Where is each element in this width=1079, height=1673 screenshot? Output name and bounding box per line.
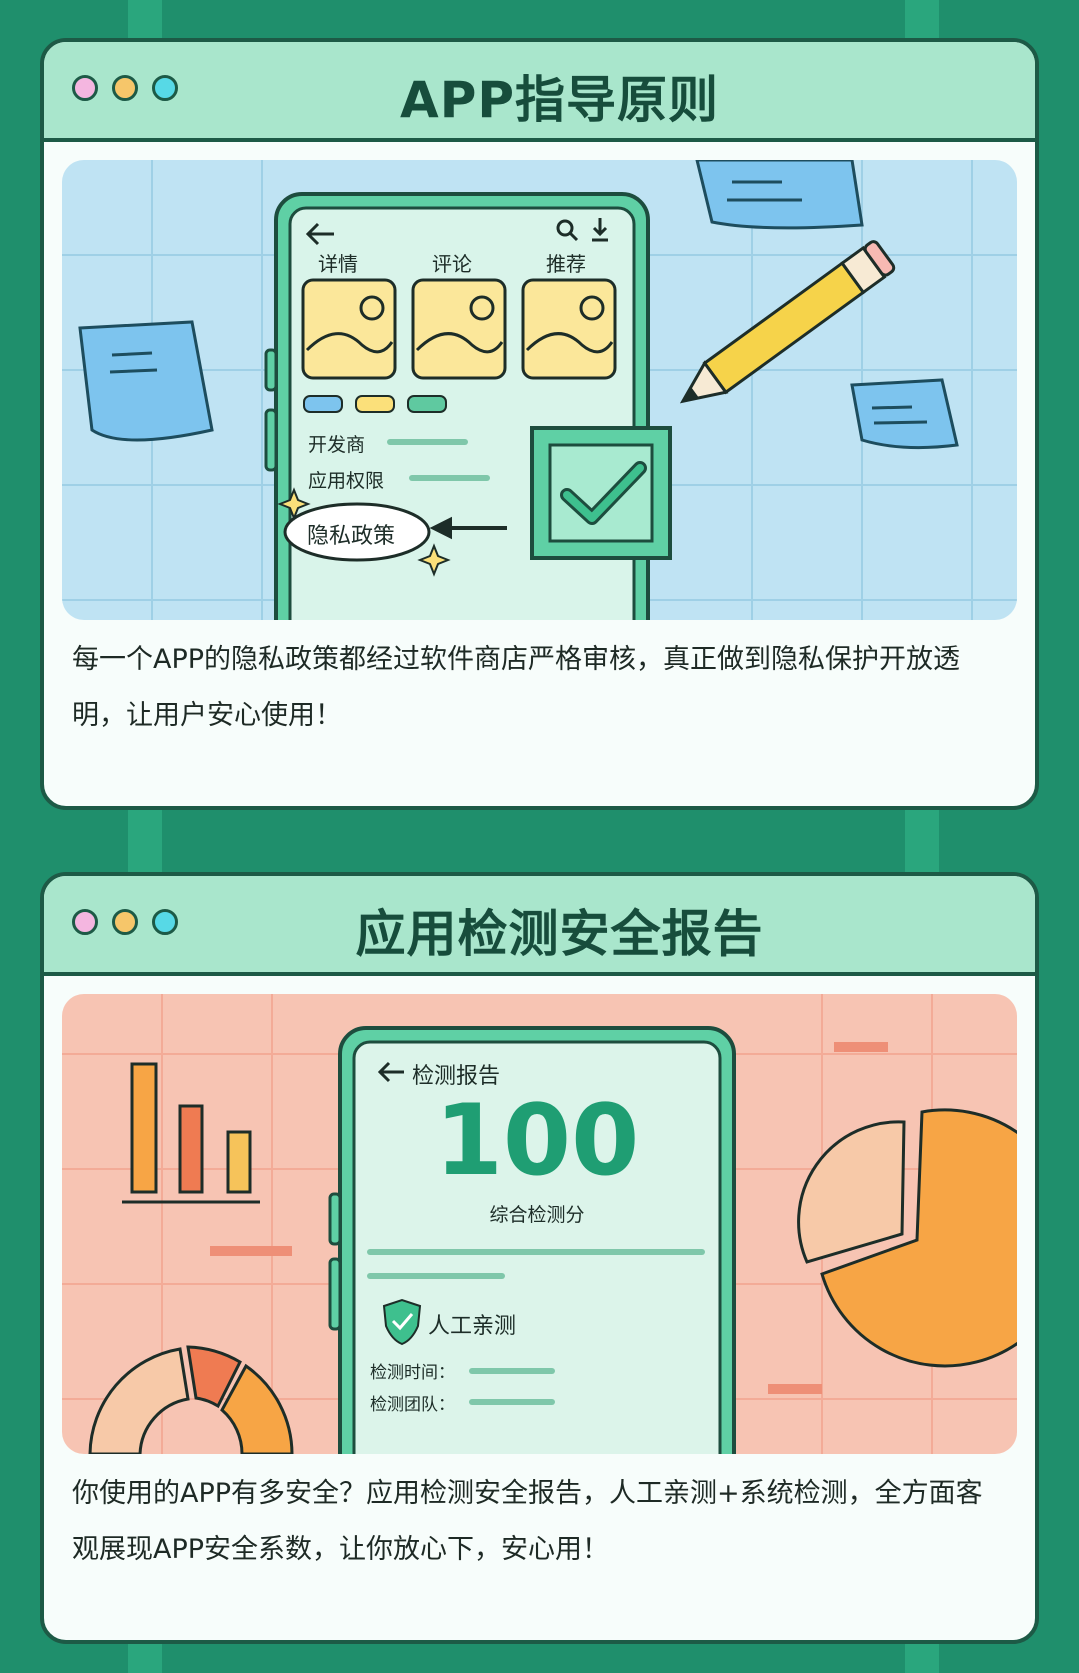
- privacy-policy-link[interactable]: 隐私政策: [307, 518, 395, 550]
- donut-chart-icon: [88, 1345, 294, 1454]
- card-description: 每一个APP的隐私政策都经过软件商店严格审核，真正做到隐私保护开放透明，让用户安…: [72, 644, 961, 731]
- score-value: 100: [434, 1084, 640, 1198]
- card-description: 你使用的APP有多安全？应用检测安全报告，人工亲测+系统检测，全方面客观展现AP…: [72, 1478, 983, 1565]
- card-title: 应用检测安全报告: [355, 905, 764, 963]
- card-app-guidelines: APP指导原则 详情 评论 推荐 开发商 应用权限 隐私政策 每一个APP的隐私…: [40, 38, 1039, 810]
- illustration-privacy: 详情 评论 推荐 开发商 应用权限 隐私政策: [62, 160, 1017, 620]
- card-title: APP指导原则: [400, 71, 719, 129]
- checkmark-icon: [530, 426, 672, 560]
- bar-chart-icon: [122, 1062, 260, 1204]
- manual-test-badge: 人工亲测: [428, 1314, 517, 1339]
- tab-recommend[interactable]: 推荐: [546, 248, 586, 277]
- privacy-illustration-svg: [62, 160, 1017, 620]
- illustration-report: 检测报告 100 综合检测分 人工亲测 检测时间： 检测团队：: [62, 994, 1017, 1454]
- image-placeholder-icon: [301, 278, 617, 380]
- card-security-report: 应用检测安全报告 检测报告 100 综合检测分 人工亲测 检测时间： 检测团队：…: [40, 872, 1039, 1644]
- tab-reviews[interactable]: 评论: [432, 248, 472, 277]
- row-permissions: 应用权限: [308, 470, 385, 492]
- tab-details[interactable]: 详情: [318, 248, 358, 277]
- score-label: 综合检测分: [489, 1204, 585, 1226]
- pie-chart-icon: [797, 1108, 1017, 1368]
- card-header: APP指导原则: [44, 42, 1035, 142]
- row-test-time: 检测时间：: [370, 1363, 455, 1383]
- row-developer: 开发商: [308, 434, 366, 456]
- card-header: 应用检测安全报告: [44, 876, 1035, 976]
- row-test-team: 检测团队：: [370, 1395, 455, 1415]
